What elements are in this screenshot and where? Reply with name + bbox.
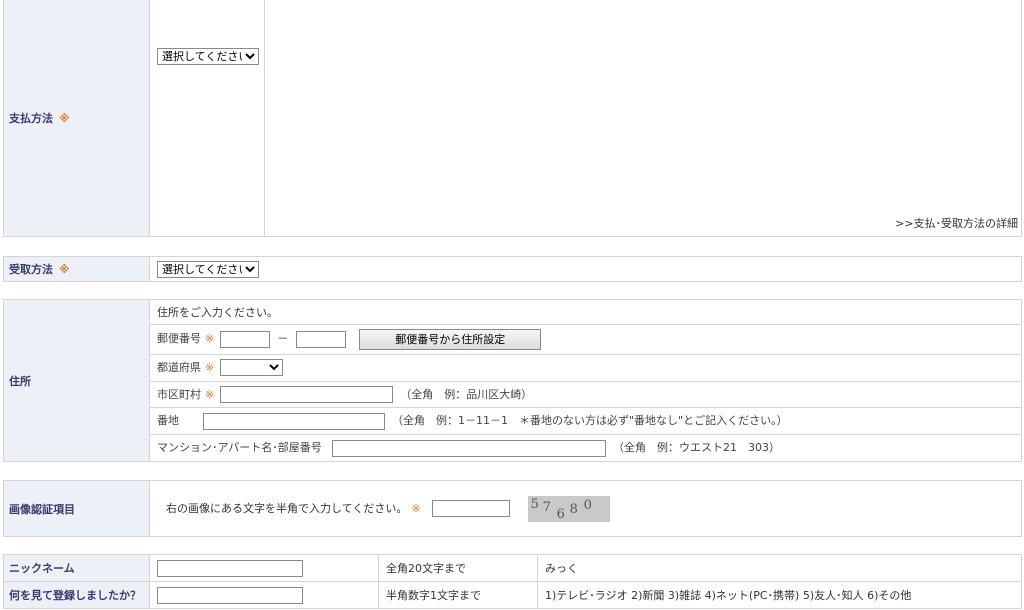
address-label-text: 住所: [9, 374, 31, 388]
postal-label: 郵便番号: [157, 332, 201, 346]
source-options: 1)テレビ･ラジオ 2)新聞 3)雑誌 4)ネット(PC･携帯) 5)友人･知人…: [545, 589, 912, 602]
receive-select-cell: 選択してください: [149, 256, 1022, 282]
postal-row: 郵便番号 ※ － 郵便番号から住所設定: [149, 324, 1022, 355]
source-input-cell: [149, 581, 379, 609]
nickname-label-text: ニックネーム: [9, 562, 75, 575]
source-label: 何を見て登録しましたか？: [3, 581, 150, 609]
captcha-label-text: 画像認証項目: [9, 502, 75, 516]
source-input[interactable]: [157, 586, 303, 604]
source-options-cell: 1)テレビ･ラジオ 2)新聞 3)雑誌 4)ネット(PC･携帯) 5)友人･知人…: [537, 581, 1022, 609]
payment-select-cell: 選択してください: [149, 0, 265, 237]
prefecture-label: 都道府県: [157, 361, 201, 375]
captcha-row: 右の画像にある文字を半角で入力してください。 ※ 5 7 6 8 0: [149, 480, 1022, 537]
city-input[interactable]: [219, 386, 393, 404]
building-input[interactable]: [331, 439, 606, 457]
address-label: 住所: [3, 299, 150, 462]
captcha-input[interactable]: [432, 500, 511, 517]
street-input[interactable]: [202, 412, 385, 430]
building-row: マンション･アパート名･部屋番号 （全角 例：ウエスト21 303）: [149, 433, 1022, 463]
prefecture-row: 都道府県 ※: [149, 353, 1022, 383]
captcha-char: 6: [556, 506, 565, 522]
source-rule: 半角数字1文字まで: [386, 589, 481, 602]
captcha-section: 画像認証項目 右の画像にある文字を半角で入力してください。 ※ 5 7 6 8 0: [3, 480, 1022, 537]
payment-section: 支払方法 ※ 選択してください >>支払･受取方法の詳細: [3, 0, 1022, 237]
payment-detail-link[interactable]: >>支払･受取方法の詳細: [895, 217, 1018, 230]
street-note: （全角 例：1－11－1 ＊番地のない方は必ず"番地なし"とご記入ください。）: [392, 414, 788, 428]
receive-section: 受取方法 ※ 選択してください: [3, 256, 1022, 282]
nickname-label: ニックネーム: [3, 554, 150, 582]
required-mark: ※: [411, 501, 421, 515]
profile-section: ニックネーム 全角20文字まで みっく 何を見て登録しましたか？ 半角数字1文字…: [3, 554, 1022, 609]
captcha-char: 5: [530, 496, 539, 512]
building-note: （全角 例：ウエスト21 303）: [613, 441, 780, 455]
building-label: マンション･アパート名･部屋番号: [157, 441, 322, 455]
captcha-image: 5 7 6 8 0: [527, 495, 610, 522]
prefecture-select[interactable]: [219, 359, 283, 377]
payment-detail-cell: >>支払･受取方法の詳細: [264, 0, 1022, 237]
street-row: 番地 （全角 例：1－11－1 ＊番地のない方は必ず"番地なし"とご記入ください…: [149, 407, 1022, 435]
address-intro: 住所をご入力ください。: [157, 306, 278, 320]
city-note: （全角 例：品川区大崎）: [400, 387, 533, 401]
city-label: 市区町村: [157, 387, 201, 401]
postal-code-second-input[interactable]: [295, 330, 346, 348]
required-mark: ※: [59, 112, 70, 125]
captcha-char: 8: [569, 501, 578, 517]
payment-method-select[interactable]: 選択してください: [157, 48, 259, 65]
nickname-input[interactable]: [157, 559, 303, 577]
nickname-input-cell: [149, 554, 379, 582]
source-rule-cell: 半角数字1文字まで: [378, 581, 538, 609]
receive-method-select[interactable]: 選択してください: [157, 260, 259, 278]
payment-label-text: 支払方法: [9, 112, 53, 125]
postal-lookup-button[interactable]: 郵便番号から住所設定: [359, 328, 542, 350]
postal-dash: －: [277, 332, 289, 346]
address-intro-cell: 住所をご入力ください。: [149, 298, 1022, 326]
city-row: 市区町村 ※ （全角 例：品川区大崎）: [149, 380, 1022, 409]
required-mark: ※: [59, 263, 70, 276]
nickname-example-cell: みっく: [537, 554, 1022, 582]
nickname-rule: 全角20文字まで: [386, 562, 466, 575]
captcha-instruction: 右の画像にある文字を半角で入力してください。: [166, 501, 408, 515]
receive-label: 受取方法 ※: [3, 256, 150, 282]
receive-label-text: 受取方法: [9, 263, 53, 276]
captcha-label: 画像認証項目: [3, 480, 150, 537]
street-label: 番地: [157, 414, 179, 428]
captcha-char: 7: [542, 499, 551, 515]
address-section: 住所 住所をご入力ください。 郵便番号 ※ － 郵便番号から住所設定 都道府県 ※ …: [3, 298, 1022, 463]
captcha-char: 0: [583, 497, 592, 513]
source-label-text: 何を見て登録しましたか？: [9, 589, 141, 602]
required-mark: ※: [205, 332, 215, 346]
required-mark: ※: [205, 387, 215, 401]
required-mark: ※: [205, 361, 215, 375]
postal-code-first-input[interactable]: [219, 330, 270, 348]
payment-label: 支払方法 ※: [3, 0, 150, 237]
nickname-rule-cell: 全角20文字まで: [378, 554, 538, 582]
nickname-example: みっく: [545, 562, 578, 575]
